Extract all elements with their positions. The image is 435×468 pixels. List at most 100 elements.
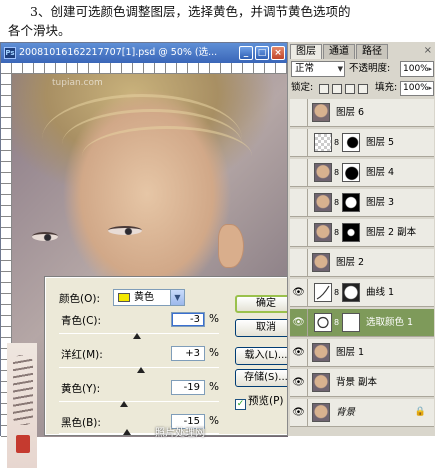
layer-row[interactable]: 8 图层 3 — [290, 189, 434, 217]
layer-row[interactable]: 图层 6 — [290, 99, 434, 127]
lock-pixels-icon[interactable] — [332, 84, 342, 94]
mask-link-icon[interactable]: 8 — [334, 167, 340, 179]
lock-all-icon[interactable] — [358, 84, 368, 94]
window-controls: _ □ × — [239, 46, 285, 60]
minimize-button[interactable]: _ — [239, 46, 253, 60]
blend-mode-select[interactable]: 正常 ▼ — [291, 61, 345, 77]
document-title-bar[interactable]: Ps 20081016162217707[1].psd @ 50% (选... … — [1, 43, 288, 63]
black-percent: % — [209, 415, 219, 427]
layer-thumbnail[interactable] — [314, 223, 332, 242]
red-seal — [16, 435, 30, 453]
layer-thumbnail[interactable] — [314, 133, 332, 152]
layer-row[interactable]: 8 图层 4 — [290, 159, 434, 187]
horizontal-ruler[interactable] — [1, 63, 288, 74]
magenta-input[interactable]: +3 — [171, 346, 205, 361]
layer-name: 图层 6 — [336, 107, 365, 118]
layer-name: 图层 3 — [366, 197, 395, 208]
layer-row[interactable]: 👁 8 曲线 1 — [290, 279, 434, 307]
lock-label: 锁定: — [291, 82, 314, 93]
layer-thumbnail[interactable] — [314, 313, 332, 332]
visibility-eye-icon[interactable]: 👁 — [290, 369, 308, 396]
layer-row[interactable]: 👁 背景 🔒 — [290, 399, 434, 427]
yellow-slider-track[interactable] — [59, 401, 219, 402]
mask-link-icon[interactable]: 8 — [334, 137, 340, 149]
layer-row[interactable]: 图层 2 — [290, 249, 434, 277]
layer-name: 图层 4 — [366, 167, 395, 178]
visibility-eye-icon[interactable] — [290, 99, 308, 126]
visibility-eye-icon[interactable] — [290, 129, 308, 156]
photo-credit: 照片处理网 — [155, 428, 205, 439]
layer-mask-thumbnail[interactable] — [342, 223, 360, 242]
panel-close-button[interactable]: × — [424, 45, 432, 56]
visibility-eye-icon[interactable] — [290, 159, 308, 186]
cyan-label: 青色(C): — [61, 315, 102, 327]
layer-thumbnail[interactable] — [314, 283, 332, 302]
lock-options — [319, 83, 371, 96]
chevron-down-icon[interactable]: ▼ — [170, 289, 185, 306]
cyan-input[interactable]: -3 — [171, 312, 205, 327]
fill-input[interactable]: 100% ▸ — [400, 81, 434, 96]
curves-icon — [316, 285, 330, 300]
layer-name: 图层 2 — [336, 257, 365, 268]
layer-mask-thumbnail[interactable] — [342, 313, 360, 332]
right-eye — [32, 232, 58, 241]
layer-thumbnail[interactable] — [314, 163, 332, 182]
layer-thumbnail[interactable] — [312, 343, 330, 362]
lock-transparency-icon[interactable] — [319, 84, 329, 94]
layer-row[interactable]: 👁 图层 1 — [290, 339, 434, 367]
visibility-eye-icon[interactable] — [290, 189, 308, 216]
layer-mask-thumbnail[interactable] — [342, 193, 360, 212]
layer-thumbnail[interactable] — [312, 373, 330, 392]
tab-layers[interactable]: 图层 — [290, 44, 322, 59]
lock-icon: 🔒 — [414, 407, 426, 417]
magenta-label: 洋红(M): — [61, 349, 103, 361]
mask-link-icon[interactable]: 8 — [334, 197, 340, 209]
caption-line-2: 各个滑块。 — [8, 23, 71, 38]
visibility-eye-icon[interactable] — [290, 219, 308, 246]
close-button[interactable]: × — [271, 46, 285, 60]
tab-paths[interactable]: 路径 — [356, 44, 388, 59]
lock-fill-row: 锁定: 填充: 100% ▸ — [291, 81, 434, 97]
tab-channels[interactable]: 通道 — [323, 44, 355, 59]
black-slider-thumb[interactable] — [123, 429, 131, 435]
cyan-slider-thumb[interactable] — [132, 333, 141, 339]
yellow-input[interactable]: -19 — [171, 380, 205, 395]
yellow-label: 黄色(Y): — [61, 383, 101, 395]
visibility-eye-icon[interactable] — [290, 249, 308, 276]
layer-row[interactable]: 8 图层 5 — [290, 129, 434, 157]
visibility-eye-icon[interactable]: 👁 — [290, 399, 308, 426]
layer-row[interactable]: 👁 背景 副本 — [290, 369, 434, 397]
layer-thumbnail[interactable] — [314, 193, 332, 212]
layer-thumbnail[interactable] — [312, 403, 330, 422]
layer-thumbnail[interactable] — [312, 103, 330, 122]
yellow-slider-thumb[interactable] — [119, 401, 128, 407]
magenta-slider-thumb[interactable] — [137, 367, 146, 373]
visibility-eye-icon[interactable]: 👁 — [290, 339, 308, 366]
opacity-label: 不透明度: — [349, 63, 391, 74]
fill-label: 填充: — [375, 82, 398, 93]
document-title: 20081016162217707[1].psd @ 50% (选... — [19, 47, 218, 58]
calligraphy-decoration — [7, 343, 37, 468]
layers-panel: 图层 通道 路径 × 正常 ▼ 不透明度: 100% ▸ 锁定: 填充: 100… — [287, 42, 435, 436]
lock-position-icon[interactable] — [345, 84, 355, 94]
layer-row[interactable]: 👁 8 选取颜色 1 — [290, 309, 434, 337]
layer-mask-thumbnail[interactable] — [342, 133, 360, 152]
layer-thumbnail[interactable] — [312, 253, 330, 272]
preview-label: 预览(P) — [248, 395, 284, 407]
maximize-button[interactable]: □ — [255, 46, 269, 60]
mask-link-icon[interactable]: 8 — [334, 287, 340, 299]
layer-name: 图层 2 副本 — [366, 227, 417, 238]
mask-link-icon[interactable]: 8 — [334, 227, 340, 239]
preview-checkbox[interactable]: ✓ — [235, 399, 246, 410]
mask-link-icon[interactable]: 8 — [334, 317, 340, 329]
opacity-input[interactable]: 100% ▸ — [400, 61, 434, 77]
colors-dropdown[interactable]: 黄色 ▼ — [113, 289, 185, 306]
layer-name: 背景 — [336, 407, 356, 418]
layer-mask-thumbnail[interactable] — [342, 283, 360, 302]
visibility-eye-icon[interactable]: 👁 — [290, 279, 308, 306]
preview-checkbox-row[interactable]: ✓ 预览(P) — [235, 393, 284, 410]
layer-mask-thumbnail[interactable] — [342, 163, 360, 182]
visibility-eye-icon[interactable]: 👁 — [290, 309, 308, 336]
layer-row[interactable]: 8 图层 2 副本 — [290, 219, 434, 247]
blend-opacity-row: 正常 ▼ 不透明度: 100% ▸ — [291, 61, 434, 79]
